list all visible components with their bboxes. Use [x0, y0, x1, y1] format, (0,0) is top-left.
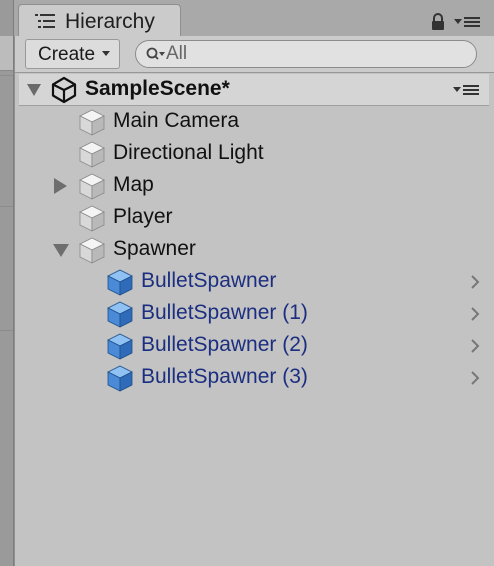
hierarchy-item-label: Map — [113, 173, 154, 196]
create-button[interactable]: Create — [25, 39, 120, 69]
prefab-open-chevron-icon[interactable] — [470, 274, 480, 290]
hierarchy-toolbar: Create — [15, 36, 494, 73]
create-button-label: Create — [38, 44, 96, 65]
prefab-cube-icon — [107, 301, 133, 328]
hierarchy-row[interactable]: Player — [15, 202, 485, 234]
prefab-open-chevron-icon[interactable] — [470, 306, 480, 322]
hierarchy-row-prefab[interactable]: BulletSpawner — [15, 266, 485, 298]
prefab-cube-icon — [107, 365, 133, 392]
window-tab-bar: Hierarchy — [14, 0, 494, 37]
hierarchy-item-label: Spawner — [113, 237, 196, 260]
hierarchy-row[interactable]: Directional Light — [15, 138, 485, 170]
foldout-expanded-icon[interactable] — [53, 244, 69, 257]
hierarchy-item-label: BulletSpawner (3) — [141, 365, 308, 388]
hierarchy-list-icon — [35, 14, 55, 28]
gameobject-cube-icon — [79, 237, 105, 264]
search-input[interactable] — [166, 43, 456, 65]
gameobject-cube-icon — [79, 205, 105, 232]
prefab-open-chevron-icon[interactable] — [470, 338, 480, 354]
hierarchy-row-prefab[interactable]: BulletSpawner (2) — [15, 330, 485, 362]
hierarchy-row-prefab[interactable]: BulletSpawner (3) — [15, 362, 485, 394]
hierarchy-item-label: BulletSpawner — [141, 269, 277, 292]
hierarchy-item-label: Main Camera — [113, 109, 240, 132]
prefab-open-chevron-icon[interactable] — [470, 370, 480, 386]
gameobject-cube-icon — [79, 173, 105, 200]
dropdown-arrow-icon — [102, 51, 110, 56]
scene-header[interactable]: SampleScene* — [19, 74, 489, 106]
foldout-collapsed-icon[interactable] — [54, 178, 67, 194]
hierarchy-row[interactable]: Map — [15, 170, 485, 202]
prefab-cube-icon — [107, 333, 133, 360]
search-field[interactable] — [135, 40, 477, 68]
foldout-expanded-icon[interactable] — [27, 84, 41, 96]
tab-hierarchy[interactable]: Hierarchy — [18, 4, 181, 37]
adjacent-panel-divider — [0, 75, 13, 76]
hierarchy-item-label: BulletSpawner (1) — [141, 301, 308, 324]
hierarchy-row[interactable]: Spawner — [15, 234, 485, 266]
hierarchy-panel: Create SampleScene* Main Camera Direction… — [14, 36, 494, 566]
tab-menu-icon[interactable] — [454, 15, 480, 29]
lock-icon[interactable] — [431, 13, 445, 31]
adjacent-panel-toolbar — [0, 36, 13, 71]
adjacent-panel-divider — [0, 330, 13, 331]
hierarchy-row[interactable]: Main Camera — [15, 106, 485, 138]
scene-name: SampleScene* — [85, 77, 230, 100]
hierarchy-item-label: Directional Light — [113, 141, 264, 164]
hierarchy-item-label: Player — [113, 205, 173, 228]
unity-logo-icon — [51, 76, 77, 104]
adjacent-panel-divider — [0, 206, 13, 207]
hierarchy-item-label: BulletSpawner (2) — [141, 333, 308, 356]
gameobject-cube-icon — [79, 109, 105, 136]
hierarchy-row-prefab[interactable]: BulletSpawner (1) — [15, 298, 485, 330]
adjacent-panel-edge — [0, 0, 14, 566]
gameobject-cube-icon — [79, 141, 105, 168]
tab-title: Hierarchy — [65, 10, 155, 33]
scene-menu-icon[interactable] — [453, 83, 479, 97]
prefab-cube-icon — [107, 269, 133, 296]
